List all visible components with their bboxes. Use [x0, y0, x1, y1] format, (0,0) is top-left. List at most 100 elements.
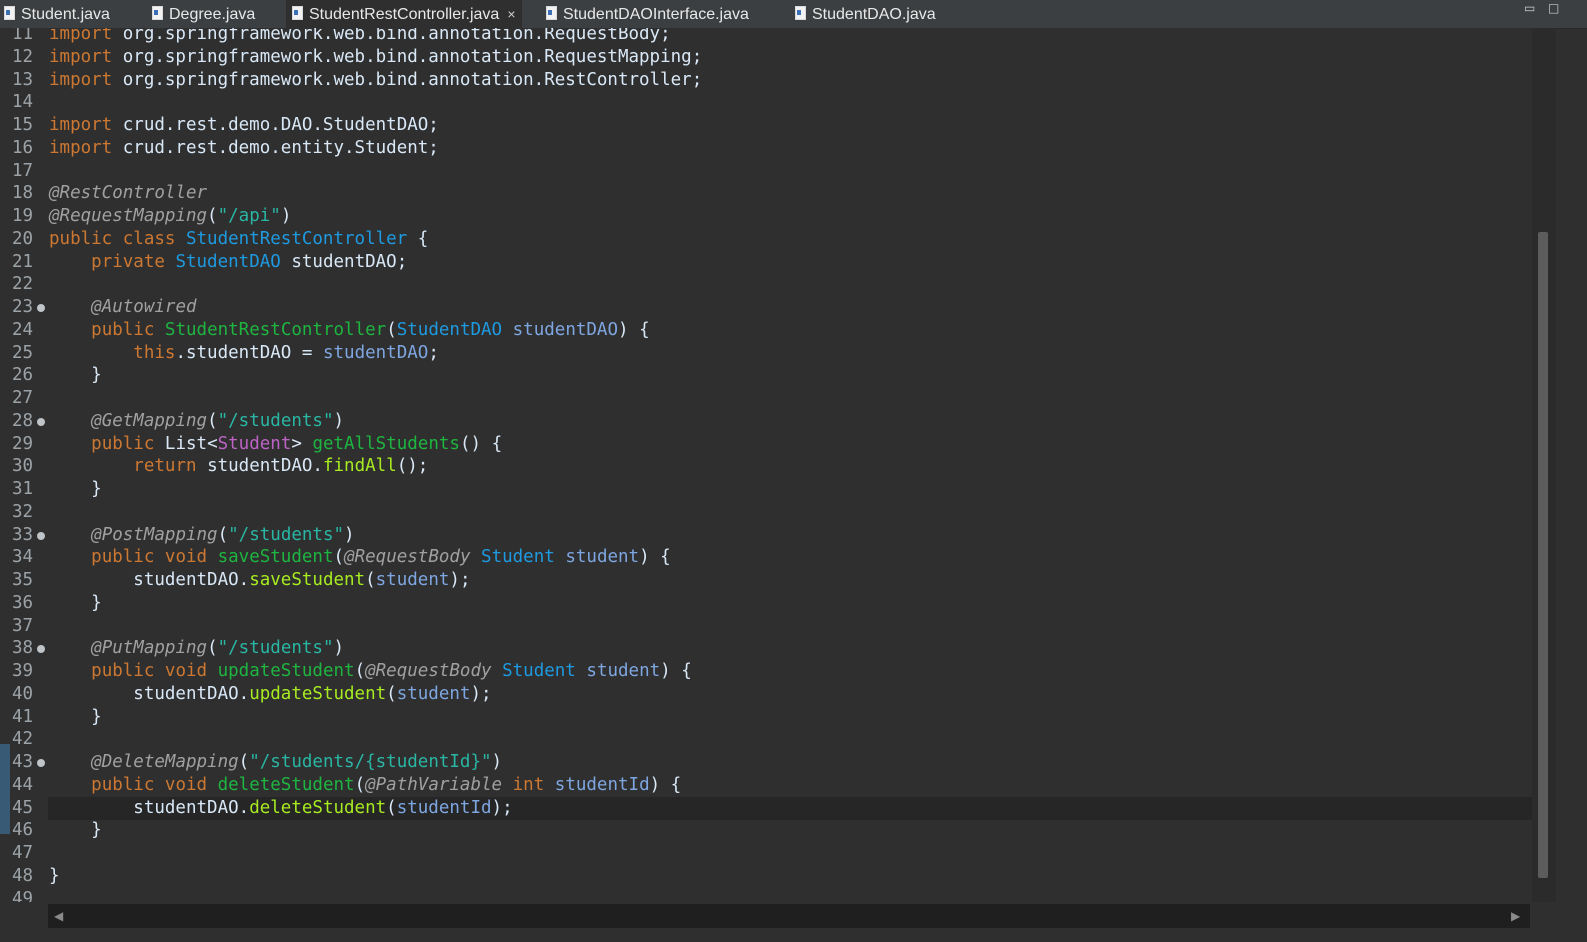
- tab-studentdao-java[interactable]: StudentDAO.java: [795, 0, 936, 28]
- scroll-left-arrow-icon[interactable]: ◀: [54, 909, 63, 923]
- code-line[interactable]: 13 import org.springframework.web.bind.an…: [0, 69, 1532, 92]
- code-line[interactable]: 39 public void updateStudent(@RequestBod…: [0, 660, 1532, 683]
- code-token: updateStudent: [249, 683, 387, 704]
- code-text: }: [48, 364, 1532, 387]
- code-line[interactable]: 12 import org.springframework.web.bind.an…: [0, 46, 1532, 69]
- code-line[interactable]: 33 @PostMapping("/students"): [0, 524, 1532, 547]
- vertical-scrollbar-thumb[interactable]: [1538, 232, 1548, 878]
- code-line[interactable]: 20 public class StudentRestController {: [0, 228, 1532, 251]
- code-text: import org.springframework.web.bind.anno…: [48, 28, 1532, 46]
- code-line[interactable]: 21 private StudentDAO studentDAO;: [0, 251, 1532, 274]
- code-token: }: [49, 479, 102, 499]
- code-line[interactable]: 31 }: [0, 478, 1532, 501]
- code-line[interactable]: 45 studentDAO.deleteStudent(studentId);: [0, 796, 1532, 820]
- code-token: @PostMapping: [91, 524, 218, 545]
- code-line[interactable]: 48}: [0, 865, 1532, 888]
- code-token: @Autowired: [91, 297, 197, 317]
- code-line[interactable]: 28 @GetMapping("/students"): [0, 410, 1532, 433]
- code-token: (: [365, 570, 376, 590]
- code-text: @RestController: [48, 182, 1532, 205]
- line-number: 32: [12, 501, 34, 522]
- code-text: }: [48, 706, 1532, 729]
- code-line[interactable]: 23 @Autowired: [0, 296, 1532, 319]
- code-text: @GetMapping("/students"): [48, 410, 1532, 433]
- code-line[interactable]: 32: [0, 501, 1532, 524]
- code-token: "/students/{studentId}": [249, 752, 492, 772]
- maximize-icon[interactable]: □: [1548, 2, 1559, 14]
- code-line[interactable]: 49: [0, 888, 1532, 903]
- code-text: return studentDAO.findAll();: [48, 455, 1532, 478]
- horizontal-scrollbar[interactable]: [48, 904, 1530, 928]
- tab-degree-java[interactable]: Degree.java: [152, 0, 255, 28]
- code-line[interactable]: 35 studentDAO.saveStudent(student);: [0, 569, 1532, 592]
- code-line[interactable]: 42: [0, 728, 1532, 751]
- code-line[interactable]: 46 }: [0, 819, 1532, 842]
- close-icon[interactable]: ×: [507, 6, 515, 22]
- tab-student-java[interactable]: Student.java: [4, 0, 110, 28]
- code-token: @PathVariable: [365, 774, 503, 795]
- code-line[interactable]: 36 }: [0, 592, 1532, 615]
- code-line[interactable]: 17: [0, 160, 1532, 183]
- code-line[interactable]: 16 import crud.rest.demo.entity.Student;: [0, 137, 1532, 160]
- line-number: 27: [12, 388, 34, 408]
- code-line[interactable]: 26 }: [0, 364, 1532, 387]
- line-number: 34: [12, 547, 34, 568]
- code-line[interactable]: 22: [0, 273, 1532, 296]
- code-line[interactable]: 24 public StudentRestController(StudentD…: [0, 319, 1532, 342]
- code-line[interactable]: 19 @RequestMapping("/api"): [0, 205, 1532, 228]
- code-line[interactable]: 38 @PutMapping("/students"): [0, 637, 1532, 660]
- code-line[interactable]: 18 @RestController: [0, 182, 1532, 205]
- fold-marker-icon[interactable]: [37, 759, 45, 767]
- code-token: return: [133, 456, 208, 477]
- code-line[interactable]: 43 @DeleteMapping("/students/{studentId}…: [0, 751, 1532, 774]
- code-line[interactable]: 15 import crud.rest.demo.DAO.StudentDAO;: [0, 114, 1532, 137]
- tab-label: Student.java: [21, 6, 110, 23]
- code-token: getAllStudents: [312, 433, 460, 454]
- line-number: 14: [12, 92, 34, 113]
- code-token: (: [354, 661, 366, 681]
- code-token: import: [49, 28, 113, 44]
- fold-marker-icon[interactable]: [37, 304, 45, 312]
- line-number: 29: [12, 433, 34, 454]
- code-line[interactable]: 25 this.studentDAO = studentDAO;: [0, 342, 1532, 365]
- code-line[interactable]: 47: [0, 842, 1532, 865]
- code-token: crud.rest.demo.entity.Student;: [112, 137, 439, 158]
- fold-marker-icon[interactable]: [37, 417, 45, 426]
- code-token: ) {: [649, 774, 682, 795]
- code-line[interactable]: 44 public void deleteStudent(@PathVariab…: [0, 774, 1532, 797]
- tab-studentdaointerface-java[interactable]: StudentDAOInterface.java: [546, 0, 749, 28]
- tab-studentrestcontroller-java[interactable]: StudentRestController.java ×: [286, 0, 522, 28]
- line-number: 11: [12, 28, 34, 44]
- code-token: (: [207, 410, 218, 431]
- code-token: ): [491, 752, 503, 772]
- minimize-icon[interactable]: ▭: [1524, 2, 1535, 14]
- code-token: ): [333, 638, 345, 659]
- code-line[interactable]: 34 public void saveStudent(@RequestBody …: [0, 546, 1532, 569]
- code-editor[interactable]: 11 import org.springframework.web.bind.an…: [0, 28, 1532, 902]
- fold-marker-icon[interactable]: [37, 531, 45, 540]
- code-line[interactable]: 11 import org.springframework.web.bind.an…: [0, 28, 1532, 46]
- code-line[interactable]: 40 studentDAO.updateStudent(student);: [0, 683, 1532, 706]
- code-line[interactable]: 14: [0, 91, 1532, 114]
- code-token: import: [49, 46, 113, 67]
- line-number: 22: [12, 274, 34, 295]
- fold-marker-icon[interactable]: [37, 645, 45, 654]
- code-line[interactable]: 29 public List<Student> getAllStudents()…: [0, 433, 1532, 456]
- line-number: 15: [12, 115, 34, 135]
- code-line[interactable]: 41 }: [0, 706, 1532, 729]
- scroll-right-arrow-icon[interactable]: ▶: [1511, 909, 1520, 923]
- code-token: @DeleteMapping: [91, 752, 239, 772]
- code-line[interactable]: 27: [0, 387, 1532, 410]
- code-token: public: [91, 433, 165, 454]
- java-file-icon: [4, 6, 15, 20]
- code-line[interactable]: 37: [0, 615, 1532, 638]
- code-line[interactable]: 30 return studentDAO.findAll();: [0, 455, 1532, 478]
- code-text: public void updateStudent(@RequestBody S…: [48, 660, 1532, 683]
